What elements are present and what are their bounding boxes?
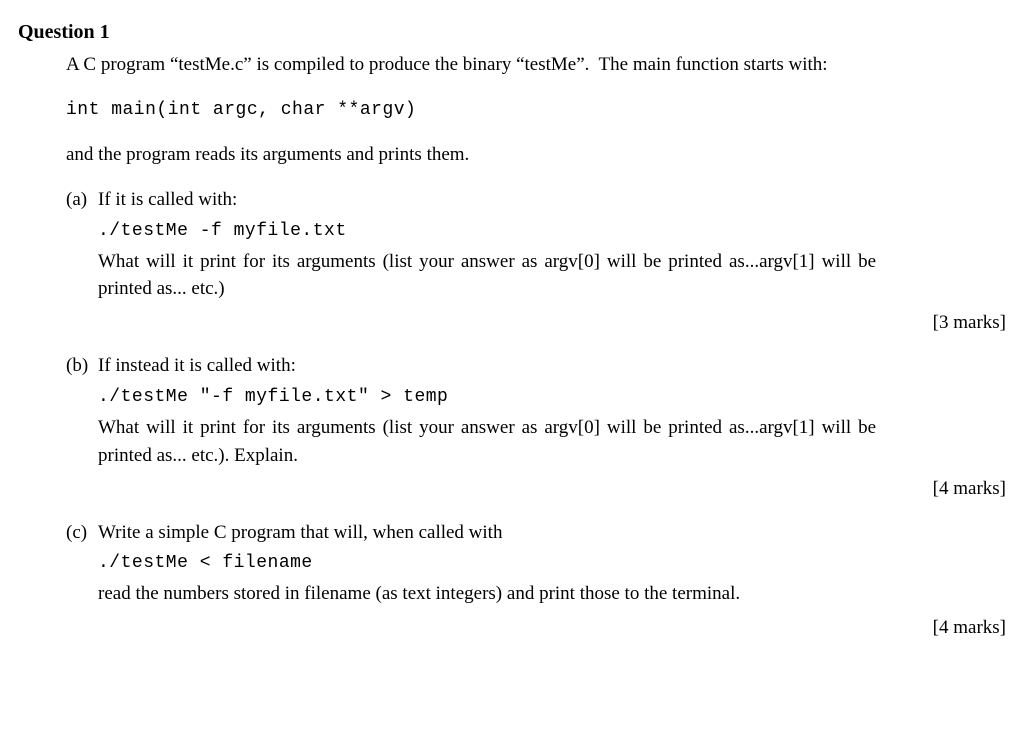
parts-list: (a) If it is called with: ./testMe -f my… [66, 186, 1006, 647]
part-a: (a) If it is called with: ./testMe -f my… [66, 186, 1006, 342]
part-code: ./testMe "-f myfile.txt" > temp [98, 384, 1006, 410]
part-lead: Write a simple C program that will, when… [98, 519, 1006, 547]
main-signature-code: int main(int argc, char **argv) [66, 97, 1006, 123]
part-lead: If it is called with: [98, 186, 1006, 214]
after-code-paragraph: and the program reads its arguments and … [66, 141, 876, 169]
part-follow: What will it print for its arguments (li… [98, 248, 1006, 303]
marks-label: [3 marks] [66, 309, 1006, 337]
part-label: (b) [66, 352, 98, 380]
marks-label: [4 marks] [66, 614, 1006, 642]
part-label: (c) [66, 519, 98, 547]
part-b: (b) If instead it is called with: ./test… [66, 352, 1006, 508]
part-c: (c) Write a simple C program that will, … [66, 519, 1006, 648]
question-header: Question 1 [18, 18, 1006, 47]
part-lead: If instead it is called with: [98, 352, 1006, 380]
part-follow: read the numbers stored in filename (as … [98, 580, 1006, 608]
part-follow: What will it print for its arguments (li… [98, 414, 1006, 469]
marks-label: [4 marks] [66, 475, 1006, 503]
part-code: ./testMe < filename [98, 550, 1006, 576]
part-label: (a) [66, 186, 98, 214]
part-code: ./testMe -f myfile.txt [98, 218, 1006, 244]
intro-paragraph: A C program “testMe.c” is compiled to pr… [66, 51, 876, 79]
